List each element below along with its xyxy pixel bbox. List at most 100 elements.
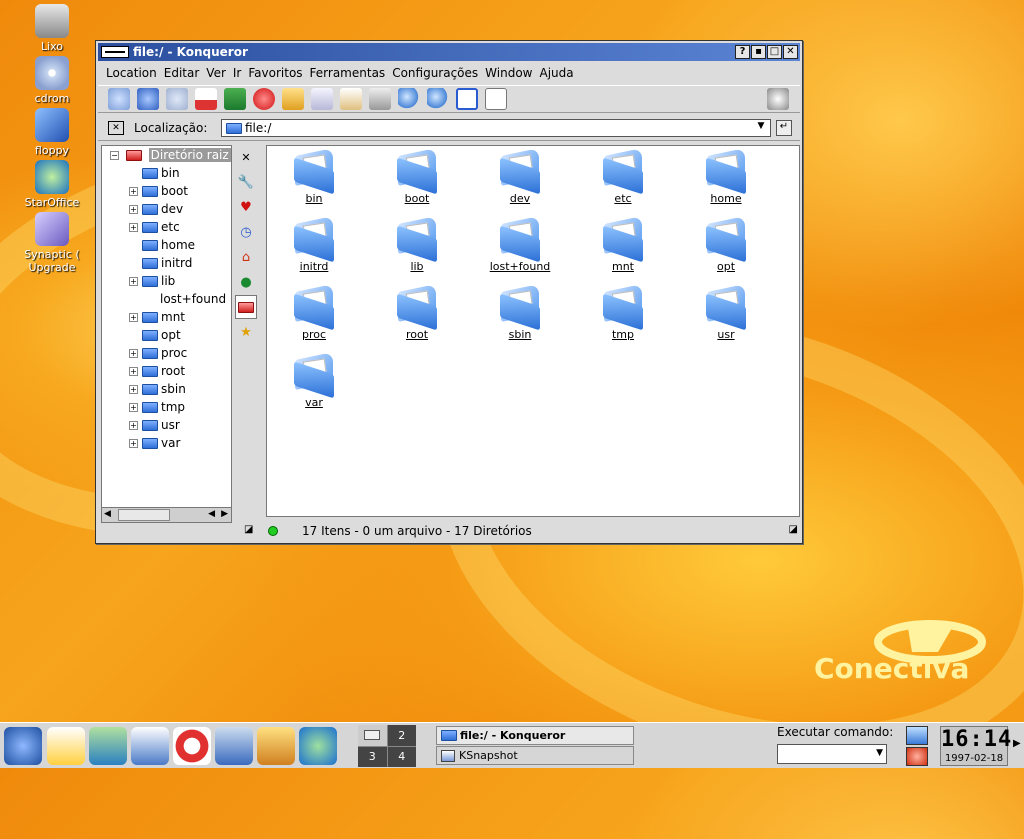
menu-ver[interactable]: Ver <box>206 66 226 80</box>
tree-item-var[interactable]: + var <box>102 434 231 452</box>
terminal-icon[interactable] <box>131 727 169 765</box>
editor-icon[interactable] <box>257 727 295 765</box>
browser-icon[interactable] <box>299 727 337 765</box>
desktop-icon-floppy[interactable]: floppy <box>2 108 102 157</box>
file-item-boot[interactable]: boot <box>372 147 462 205</box>
menu-editar[interactable]: Editar <box>164 66 200 80</box>
scroll-left-icon[interactable]: ◀ <box>208 509 215 519</box>
run-command-input[interactable]: ▼ <box>777 744 887 764</box>
file-item-sbin[interactable]: sbin <box>475 283 565 341</box>
tree-item-usr[interactable]: + usr <box>102 416 231 434</box>
expand-icon[interactable]: + <box>129 187 138 196</box>
file-item-usr[interactable]: usr <box>681 283 771 341</box>
task-konqueror[interactable]: file:/ - Konqueror <box>436 726 634 745</box>
clock[interactable]: 16:14 1997-02-18 <box>940 726 1011 766</box>
menu-location[interactable]: Location <box>106 66 157 80</box>
pager-desktop-2[interactable]: 2 <box>387 725 416 746</box>
k-menu-icon[interactable] <box>4 727 42 765</box>
icon-view-icon[interactable] <box>456 88 478 110</box>
home-folder-icon[interactable] <box>89 727 127 765</box>
desktop-icon-lixo[interactable]: Lixo <box>2 4 102 53</box>
window-menu-icon[interactable] <box>101 46 129 58</box>
file-item-lost-found[interactable]: lost+found <box>475 215 565 273</box>
history-icon[interactable]: ◷ <box>235 220 257 244</box>
lock-icon[interactable] <box>906 726 928 745</box>
menu-ferramentas[interactable]: Ferramentas <box>310 66 386 80</box>
zoom-in-icon[interactable] <box>398 88 420 110</box>
resize-icon[interactable]: ◪ <box>789 524 798 535</box>
panel-arrow-icon[interactable]: ▶ <box>1013 738 1021 749</box>
tree-item-opt[interactable]: opt <box>102 326 231 344</box>
home-icon[interactable] <box>195 88 217 110</box>
back-icon[interactable] <box>137 88 159 110</box>
file-item-proc[interactable]: proc <box>269 283 359 341</box>
file-item-var[interactable]: var <box>269 351 359 409</box>
file-item-mnt[interactable]: mnt <box>578 215 668 273</box>
tree-item-home[interactable]: home <box>102 236 231 254</box>
file-item-lib[interactable]: lib <box>372 215 462 273</box>
tree-item-lib[interactable]: + lib <box>102 272 231 290</box>
tree-item-tmp[interactable]: + tmp <box>102 398 231 416</box>
maximize-button[interactable]: □ <box>767 45 782 59</box>
location-input[interactable]: file:/ ▼ <box>221 119 771 137</box>
bookmarks-icon[interactable]: ♥ <box>235 195 257 219</box>
pager-desktop-1[interactable]: 1 <box>358 725 387 746</box>
home-tab-icon[interactable]: ⌂ <box>235 245 257 269</box>
go-icon[interactable]: ↵ <box>776 120 792 136</box>
scroll-left-icon[interactable]: ◀ <box>104 509 111 519</box>
expand-icon[interactable]: + <box>129 367 138 376</box>
tree-item-lost-found[interactable]: lost+found <box>102 290 231 308</box>
file-item-dev[interactable]: dev <box>475 147 565 205</box>
tree-item-initrd[interactable]: initrd <box>102 254 231 272</box>
up-icon[interactable] <box>108 88 130 110</box>
close-button[interactable]: ✕ <box>783 45 798 59</box>
network-icon[interactable]: ● <box>235 270 257 294</box>
tree-item-sbin[interactable]: + sbin <box>102 380 231 398</box>
menu-window[interactable]: Window <box>485 66 532 80</box>
services-icon[interactable]: ★ <box>235 320 257 344</box>
pager-desktop-4[interactable]: 4 <box>387 746 416 767</box>
close-sidebar-icon[interactable]: ✕ <box>235 145 257 169</box>
menu-favoritos[interactable]: Favoritos <box>248 66 302 80</box>
file-item-bin[interactable]: bin <box>269 147 359 205</box>
expand-icon[interactable]: + <box>129 277 138 286</box>
reload-icon[interactable] <box>224 88 246 110</box>
tree-item-bin[interactable]: bin <box>102 164 231 182</box>
tree-item-root[interactable]: + root <box>102 362 231 380</box>
file-item-initrd[interactable]: initrd <box>269 215 359 273</box>
copy-icon[interactable] <box>311 88 333 110</box>
help-center-icon[interactable] <box>173 727 211 765</box>
file-item-root[interactable]: root <box>372 283 462 341</box>
desktop-icon[interactable] <box>47 727 85 765</box>
minimize-button[interactable]: ▪ <box>751 45 766 59</box>
expand-icon[interactable]: + <box>129 223 138 232</box>
scroll-right-icon[interactable]: ▶ <box>221 509 228 519</box>
expand-icon[interactable]: + <box>129 313 138 322</box>
expand-icon[interactable]: + <box>129 403 138 412</box>
forward-icon[interactable] <box>166 88 188 110</box>
paste-icon[interactable] <box>340 88 362 110</box>
tree-item-dev[interactable]: + dev <box>102 200 231 218</box>
desktop-icon-synaptic[interactable]: Synaptic ( Upgrade <box>2 212 102 274</box>
tree-scrollbar[interactable]: ◀ ◀ ▶ <box>101 507 232 523</box>
tree-item-etc[interactable]: + etc <box>102 218 231 236</box>
konqueror-icon[interactable] <box>215 727 253 765</box>
task-ksnapshot[interactable]: KSnapshot <box>436 746 634 765</box>
view-mode-icon[interactable] <box>485 88 507 110</box>
tree-item-mnt[interactable]: + mnt <box>102 308 231 326</box>
tree-root[interactable]: − Diretório raiz <box>102 146 231 164</box>
menu-ajuda[interactable]: Ajuda <box>539 66 573 80</box>
tree-item-boot[interactable]: + boot <box>102 182 231 200</box>
title-bar[interactable]: file:/ - Konqueror ? ▪ □ ✕ <box>98 43 800 61</box>
expand-icon[interactable]: + <box>129 349 138 358</box>
collapse-icon[interactable]: − <box>110 151 119 160</box>
clear-location-icon[interactable]: ✕ <box>108 120 124 135</box>
root-tab-icon[interactable] <box>235 295 257 319</box>
tools-icon[interactable]: 🔧 <box>235 170 257 194</box>
expand-icon[interactable]: + <box>129 205 138 214</box>
tree-item-proc[interactable]: + proc <box>102 344 231 362</box>
menu-ir[interactable]: Ir <box>233 66 241 80</box>
desktop-icon-cdrom[interactable]: cdrom <box>2 56 102 105</box>
cut-icon[interactable] <box>282 88 304 110</box>
file-item-tmp[interactable]: tmp <box>578 283 668 341</box>
